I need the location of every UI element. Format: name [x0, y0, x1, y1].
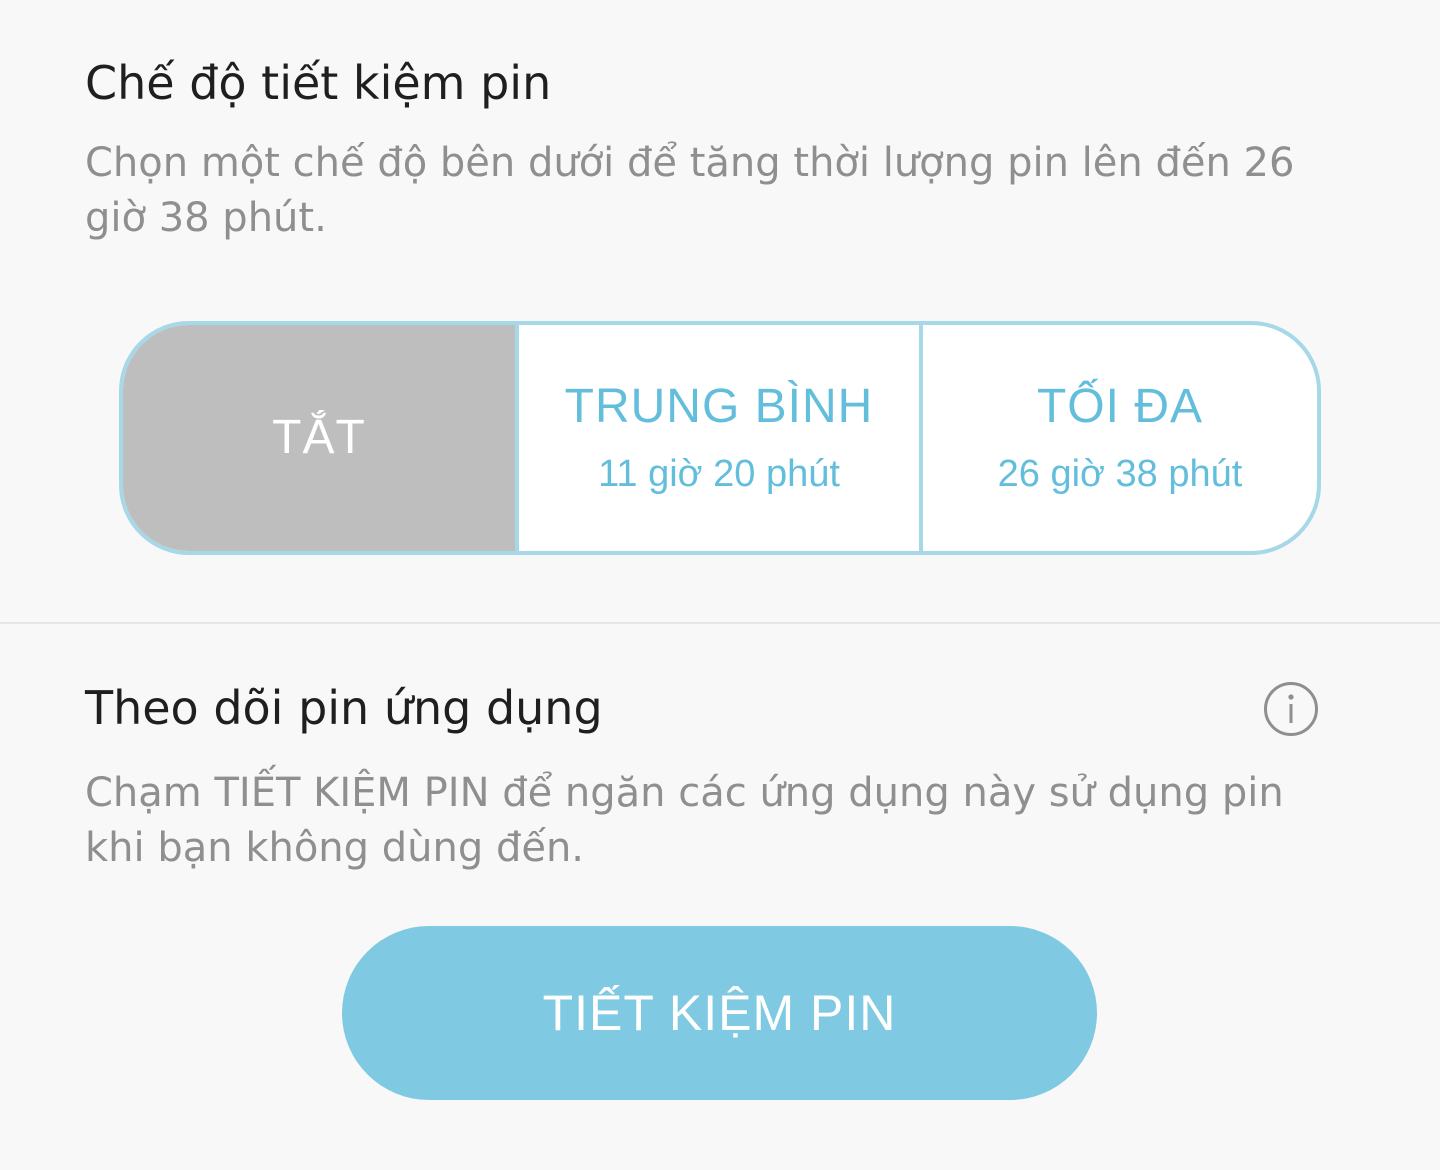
mode-medium-label: TRUNG BÌNH: [564, 380, 874, 433]
mode-option-off[interactable]: TẮT: [123, 325, 519, 551]
info-icon[interactable]: [1263, 681, 1319, 737]
mode-option-max[interactable]: TỐI ĐA 26 giờ 38 phút: [923, 325, 1317, 551]
mode-max-label: TỐI ĐA: [1036, 380, 1203, 433]
save-battery-button[interactable]: TIẾT KIỆM PIN: [342, 926, 1097, 1100]
power-saving-title: Chế độ tiết kiệm pin: [85, 56, 552, 110]
mode-option-medium[interactable]: TRUNG BÌNH 11 giờ 20 phút: [519, 325, 923, 551]
mode-max-time: 26 giờ 38 phút: [997, 453, 1243, 495]
mode-medium-time: 11 giờ 20 phút: [598, 453, 840, 495]
mode-off-label: TẮT: [272, 411, 366, 464]
app-monitor-title: Theo dõi pin ứng dụng: [85, 681, 603, 735]
power-saving-description: Chọn một chế độ bên dưới để tăng thời lư…: [85, 140, 1295, 241]
battery-settings-page: Chế độ tiết kiệm pin Chọn một chế độ bên…: [0, 0, 1440, 1170]
section-divider: [0, 622, 1440, 624]
power-mode-selector: TẮT TRUNG BÌNH 11 giờ 20 phút TỐI ĐA 26 …: [119, 321, 1321, 555]
app-monitor-description: Chạm TIẾT KIỆM PIN để ngăn các ứng dụng …: [85, 770, 1284, 871]
